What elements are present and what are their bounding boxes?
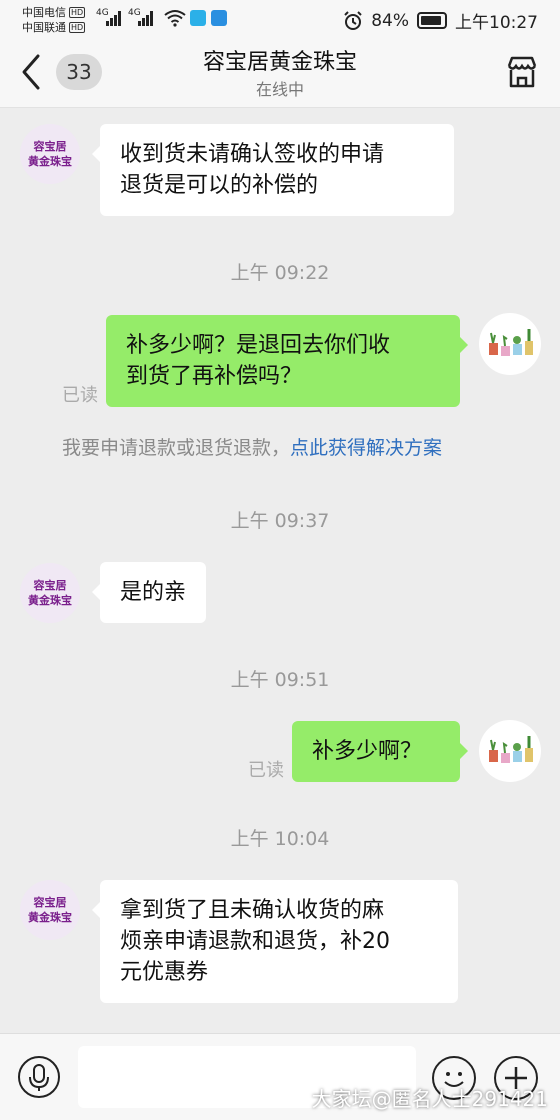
carrier-1: 中国电信 HD [22, 6, 86, 19]
message-bubble-received[interactable]: 拿到货了且未确认收货的麻 烦亲申请退款和退货，补20 元优惠券 [92, 880, 458, 1003]
online-status: 在线中 [255, 80, 304, 99]
read-receipt: 已读 [62, 385, 98, 406]
timestamp: 上午 09:37 [230, 510, 330, 532]
message-bubble-sent[interactable]: 补多少啊？是退回去你们收 到货了再补偿吗？ [106, 315, 468, 407]
app-notification-icon-1 [190, 10, 206, 26]
message-bubble-received[interactable]: 收到货未请确认签收的申请 退货是可以的补偿的 [92, 124, 454, 216]
clock: 上午10:27 [455, 13, 538, 33]
battery-percent: 84% [371, 10, 409, 31]
timestamp: 上午 09:22 [230, 262, 330, 284]
refund-notice: 我要申请退款或退货退款，点此获得解决方案 [62, 437, 443, 459]
microphone-icon [29, 1064, 49, 1091]
timestamp: 上午 09:51 [230, 669, 330, 691]
watermark: 大家坛@匿名人士291421 [311, 1087, 548, 1111]
message-bubble-sent[interactable]: 补多少啊？ [292, 721, 468, 782]
voice-button[interactable] [18, 1056, 60, 1098]
read-receipt: 已读 [248, 760, 284, 781]
solution-link[interactable]: 点此获得解决方案 [290, 437, 442, 459]
store-button[interactable] [504, 54, 540, 90]
alarm-icon [344, 10, 362, 30]
app-notification-icon-2 [211, 10, 227, 26]
signal-icon-1 [106, 10, 121, 26]
potted-plants-icon [489, 329, 533, 356]
shop-avatar[interactable]: 容宝居 黄金珠宝 [20, 880, 80, 940]
message-bubble-received[interactable]: 是的亲 [91, 562, 207, 623]
status-bar: 中国电信 HD 中国联通 HD 4G 4G 84% 上午10:27 [0, 0, 560, 40]
signal-icon-2 [138, 10, 153, 26]
my-avatar[interactable] [479, 313, 541, 375]
shop-avatar[interactable]: 容宝居 黄金珠宝 [20, 124, 80, 184]
carrier-2: 中国联通 HD [22, 21, 86, 34]
chat-header: 33 容宝居黄金珠宝 在线中 [0, 40, 560, 108]
wifi-icon [164, 10, 186, 27]
battery-icon [417, 12, 447, 29]
timestamp: 上午 10:04 [230, 828, 330, 850]
potted-plants-icon [489, 736, 533, 763]
shop-avatar[interactable]: 容宝居 黄金珠宝 [20, 563, 80, 623]
my-avatar[interactable] [479, 720, 541, 782]
chat-title: 容宝居黄金珠宝 [202, 50, 357, 75]
